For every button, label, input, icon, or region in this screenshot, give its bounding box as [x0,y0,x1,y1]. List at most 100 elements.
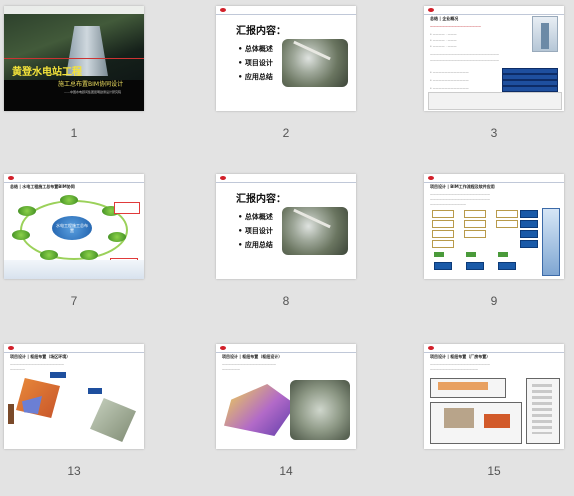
workflow-step [520,220,538,228]
profile-bar [8,404,14,424]
slide-thumb-13[interactable]: 项目设计 | 枢纽布置（场区环境） —————————————————— ———… [4,344,144,484]
header-strip [4,6,144,14]
software-box [432,230,454,238]
workflow-step [466,262,484,270]
slide-number: 7 [70,294,78,308]
output-tag [498,252,508,257]
slide-thumb-8[interactable]: 汇报内容： • 总体概述 • 项目设计 • 应用总结 8 [216,174,356,314]
workflow-step [498,262,516,270]
slide-title: 汇报内容： [236,194,286,205]
text-line: • ———— · ——— [430,44,457,48]
text-line: • ———— · ——— [430,32,457,36]
slide-thumb-7[interactable]: 总结 | 水电工程施工总布置BIM协同 水电工程施工总布置 7 [4,174,144,314]
company-logo-icon [220,8,226,12]
powerhouse-block [438,382,488,390]
footer-panel [428,92,562,110]
text-line: • ———————————— [430,86,469,90]
slide-3-preview[interactable]: 总结 | 企业概况 ————————————————— • ———— · ———… [424,6,564,111]
aerial-photo [282,39,348,87]
text-line: —————— [222,367,240,371]
text-line: ———————————————————— [430,362,490,366]
company-logo-icon [428,8,434,12]
slide-number: 15 [487,464,501,478]
callout-box [114,202,140,214]
text-line: • ———— · ——— [430,38,457,42]
slide-thumb-9[interactable]: 项目设计 | BIM工作流程及软件应用 ————————————————————… [424,174,564,314]
slide-thumb-15[interactable]: 项目设计 | 枢纽布置（厂房布置） ———————————————————— —… [424,344,564,484]
agenda-item: • 总体概述 [238,212,273,221]
aerial-photo [290,380,350,440]
company-logo-icon [8,176,14,180]
header-strip [424,6,564,15]
slide-caption: ——中国水电顾问集团昆明勘测设计研究院 [64,90,122,94]
divider [4,58,144,59]
slide-thumb-3[interactable]: 总结 | 企业概况 ————————————————— • ———— · ———… [424,6,564,146]
workflow-step [520,210,538,218]
agenda-item: • 应用总结 [238,72,273,81]
slide-9-preview[interactable]: 项目设计 | BIM工作流程及软件应用 ————————————————————… [424,174,564,279]
agenda-item: • 应用总结 [238,240,273,249]
slide-number: 1 [70,126,78,140]
section-title: 项目设计 | 枢纽布置（厂房布置） [430,354,491,359]
software-box [464,230,486,238]
slide-thumb-2[interactable]: 汇报内容： • 总体概述 • 项目设计 • 应用总结 2 [216,6,356,146]
header-strip [424,344,564,353]
aerial-photo [282,207,348,255]
software-box [496,210,518,218]
agenda-item: • 总体概述 [238,44,273,53]
section-title: 项目设计 | BIM工作流程及软件应用 [430,184,495,189]
slide-14-preview[interactable]: 项目设计 | 枢纽布置（枢纽设计） —————————————————— ———… [216,344,356,449]
section-title: 项目设计 | 枢纽布置（枢纽设计） [222,354,283,359]
header-strip [216,6,356,15]
output-tag [466,252,476,257]
slide-title: 黄登水电站工程 [12,67,82,78]
text-line: ———————————— [430,202,466,206]
floor-levels [532,384,552,434]
company-logo-icon [220,346,226,350]
software-box [496,220,518,228]
slide-number: 14 [279,464,293,478]
agenda-item: • 项目设计 [238,226,273,235]
slide-7-preview[interactable]: 总结 | 水电工程施工总布置BIM协同 水电工程施工总布置 [4,174,144,279]
company-logo-icon [8,346,14,350]
text-line: ———————————————————— [430,197,490,201]
slide-subtitle: 施工总布置BIM协同设计 [58,81,124,88]
text-line: ————— [10,367,25,371]
slide-8-preview[interactable]: 汇报内容： • 总体概述 • 项目设计 • 应用总结 [216,174,356,279]
slide-1-preview[interactable]: 黄登水电站工程 施工总布置BIM协同设计 ——中国水电顾问集团昆明勘测设计研究院 [4,6,144,111]
slide-number: 13 [67,464,81,478]
workflow-step [434,262,452,270]
slide-number: 9 [490,294,498,308]
text-line: ———————————————— [430,367,478,371]
cycle-node [18,206,36,216]
slide-thumb-1[interactable]: 黄登水电站工程 施工总布置BIM协同设计 ——中国水电顾问集团昆明勘测设计研究院… [4,6,144,146]
software-box [432,220,454,228]
slide-thumb-14[interactable]: 项目设计 | 枢纽布置（枢纽设计） —————————————————— ———… [216,344,356,484]
software-box [464,210,486,218]
software-box [464,220,486,228]
highlight-line: ————————————————— [430,24,481,28]
section-title: 总结 | 水电工程施工总布置BIM协同 [10,184,75,189]
header-strip [4,174,144,183]
workflow-step [520,240,538,248]
workflow-step [520,230,538,238]
building-photo [532,16,558,52]
agenda-item: • 项目设计 [238,58,273,67]
software-box [432,240,454,248]
text-line: ———————————————————— [430,192,490,196]
slide-15-preview[interactable]: 项目设计 | 枢纽布置（厂房布置） ———————————————————— —… [424,344,564,449]
slide-13-preview[interactable]: 项目设计 | 枢纽布置（场区环境） —————————————————— ———… [4,344,144,449]
platform-column [542,208,560,276]
company-logo-icon [428,346,434,350]
slide-2-preview[interactable]: 汇报内容： • 总体概述 • 项目设计 • 应用总结 [216,6,356,111]
company-logo-icon [428,176,434,180]
header-strip [424,174,564,183]
company-logo-icon [220,176,226,180]
text-line: • ———————————— [430,78,469,82]
slide-title: 汇报内容： [236,26,286,37]
text-line: ——————————————————————— [430,58,499,62]
text-line: —————————————————— [10,362,64,366]
header-strip [4,344,144,353]
output-tag [434,252,444,257]
header-strip [216,344,356,353]
